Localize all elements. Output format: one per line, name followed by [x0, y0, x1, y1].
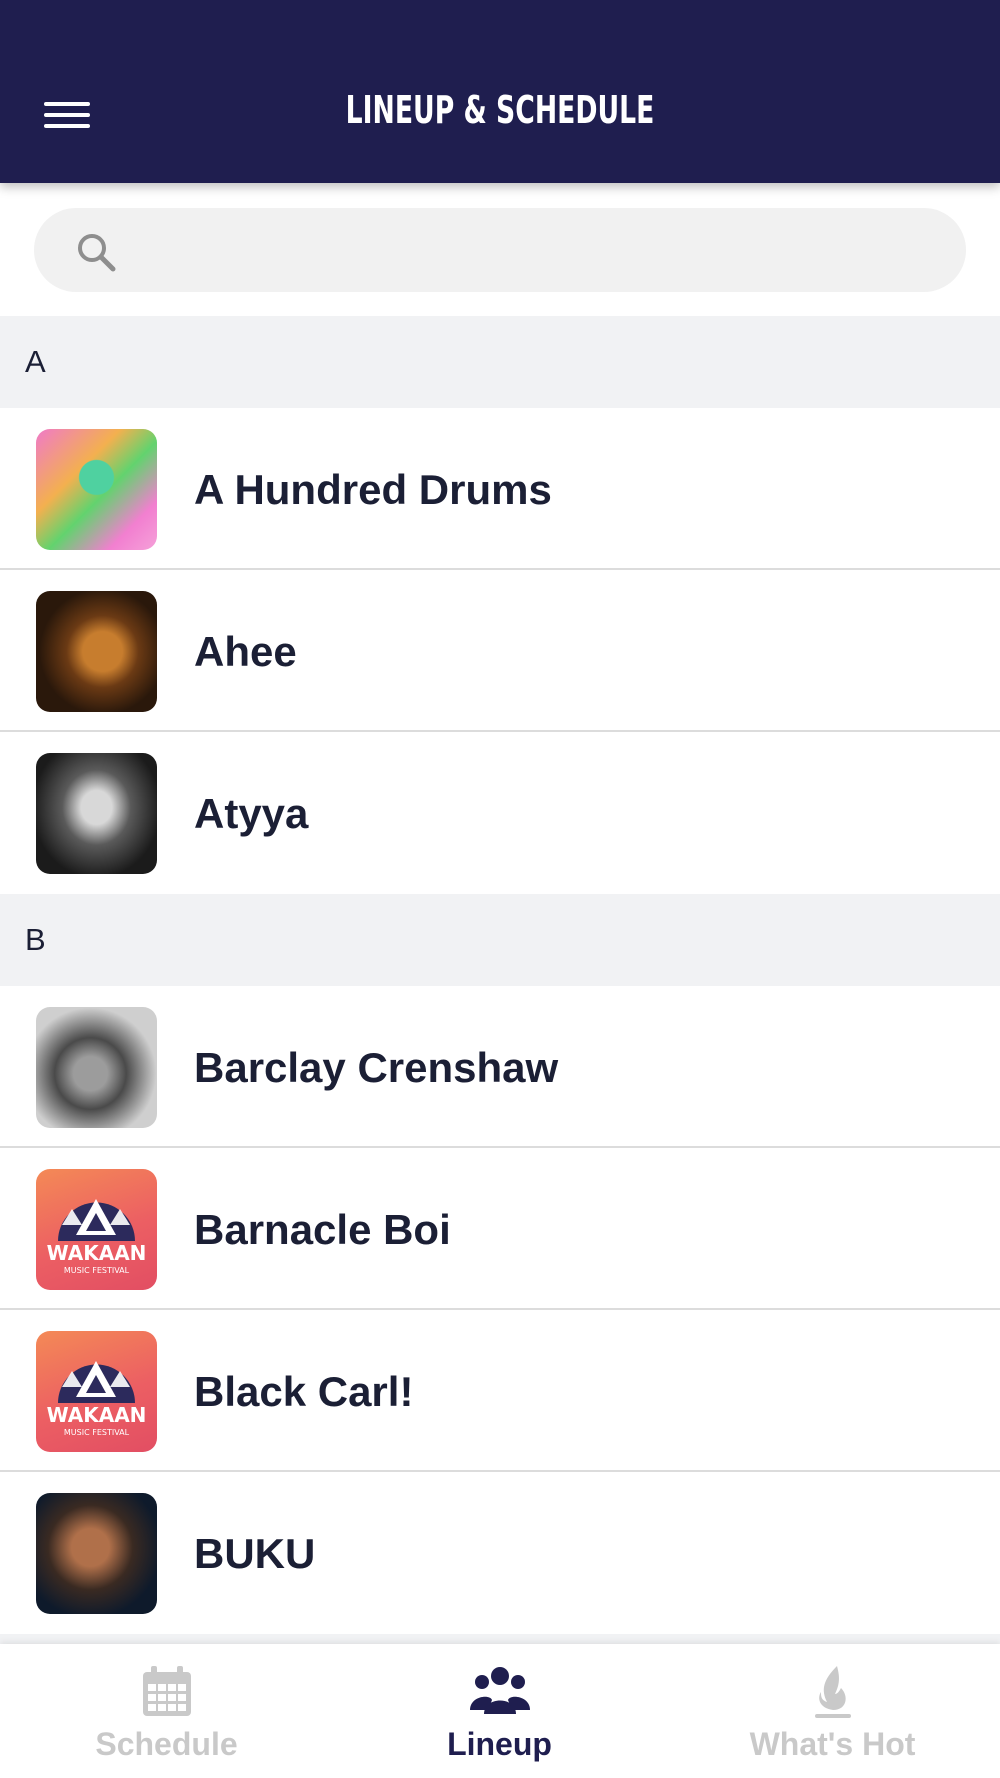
people-icon	[469, 1667, 530, 1714]
search-field[interactable]	[34, 208, 966, 292]
page-title: LINEUP & SCHEDULE	[345, 88, 655, 132]
artist-name: Ahee	[194, 628, 297, 675]
svg-text:WAKAAN: WAKAAN	[47, 1403, 147, 1427]
flame-icon	[814, 1666, 851, 1718]
artist-thumbnail	[36, 1007, 157, 1128]
search-bar	[0, 183, 1000, 316]
search-icon	[78, 234, 116, 272]
artist-thumbnail	[36, 429, 157, 550]
app-header: LINEUP & SCHEDULE	[0, 0, 1000, 183]
svg-text:MUSIC FESTIVAL: MUSIC FESTIVAL	[64, 1266, 130, 1275]
svg-text:WAKAAN: WAKAAN	[47, 1241, 147, 1265]
tab-lineup[interactable]: Lineup	[333, 1644, 666, 1778]
artist-row-a-hundred-drums[interactable]: A Hundred Drums	[0, 408, 1000, 570]
section-header-b: B	[0, 894, 1000, 986]
wakaan-logo-icon: WAKAAN MUSIC FESTIVAL	[47, 1199, 147, 1275]
tab-whats-hot[interactable]: What's Hot	[666, 1644, 999, 1778]
artist-row-buku[interactable]: BUKU	[0, 1472, 1000, 1634]
section-letter: A	[25, 344, 46, 379]
artist-name: Black Carl!	[194, 1368, 414, 1415]
artist-row-black-carl[interactable]: WAKAAN MUSIC FESTIVAL Black Carl!	[0, 1310, 1000, 1472]
calendar-icon	[142, 1666, 191, 1716]
artist-name: BUKU	[194, 1530, 316, 1577]
artist-thumbnail	[36, 753, 157, 874]
wakaan-logo-thumbnail: WAKAAN MUSIC FESTIVAL	[36, 1331, 157, 1452]
artist-row-atyya[interactable]: Atyya	[0, 732, 1000, 894]
wakaan-logo-icon: WAKAAN MUSIC FESTIVAL	[47, 1361, 147, 1437]
artist-name: Barclay Crenshaw	[194, 1044, 559, 1091]
tab-label: Schedule	[95, 1726, 238, 1762]
artist-thumbnail	[36, 591, 157, 712]
artist-name: Atyya	[194, 790, 309, 837]
artist-thumbnail	[36, 1493, 157, 1614]
artist-name: Barnacle Boi	[194, 1206, 451, 1253]
search-input[interactable]	[134, 226, 934, 274]
tab-schedule[interactable]: Schedule	[0, 1644, 333, 1778]
tab-label: What's Hot	[749, 1726, 916, 1762]
bottom-tab-bar: Schedule Lineup What's Hot	[0, 1644, 1000, 1778]
section-letter: B	[25, 922, 46, 957]
artist-row-barnacle-boi[interactable]: WAKAAN MUSIC FESTIVAL Barnacle Boi	[0, 1148, 1000, 1310]
svg-text:MUSIC FESTIVAL: MUSIC FESTIVAL	[64, 1428, 130, 1437]
tab-label: Lineup	[447, 1726, 552, 1762]
wakaan-logo-thumbnail: WAKAAN MUSIC FESTIVAL	[36, 1169, 157, 1290]
hamburger-menu-icon[interactable]	[44, 100, 90, 132]
artist-list: A A Hundred Drums Ahee Atyya B Barclay C…	[0, 316, 1000, 1650]
section-header-a: A	[0, 316, 1000, 408]
artist-name: A Hundred Drums	[194, 466, 552, 513]
artist-row-barclay-crenshaw[interactable]: Barclay Crenshaw	[0, 986, 1000, 1148]
artist-row-ahee[interactable]: Ahee	[0, 570, 1000, 732]
